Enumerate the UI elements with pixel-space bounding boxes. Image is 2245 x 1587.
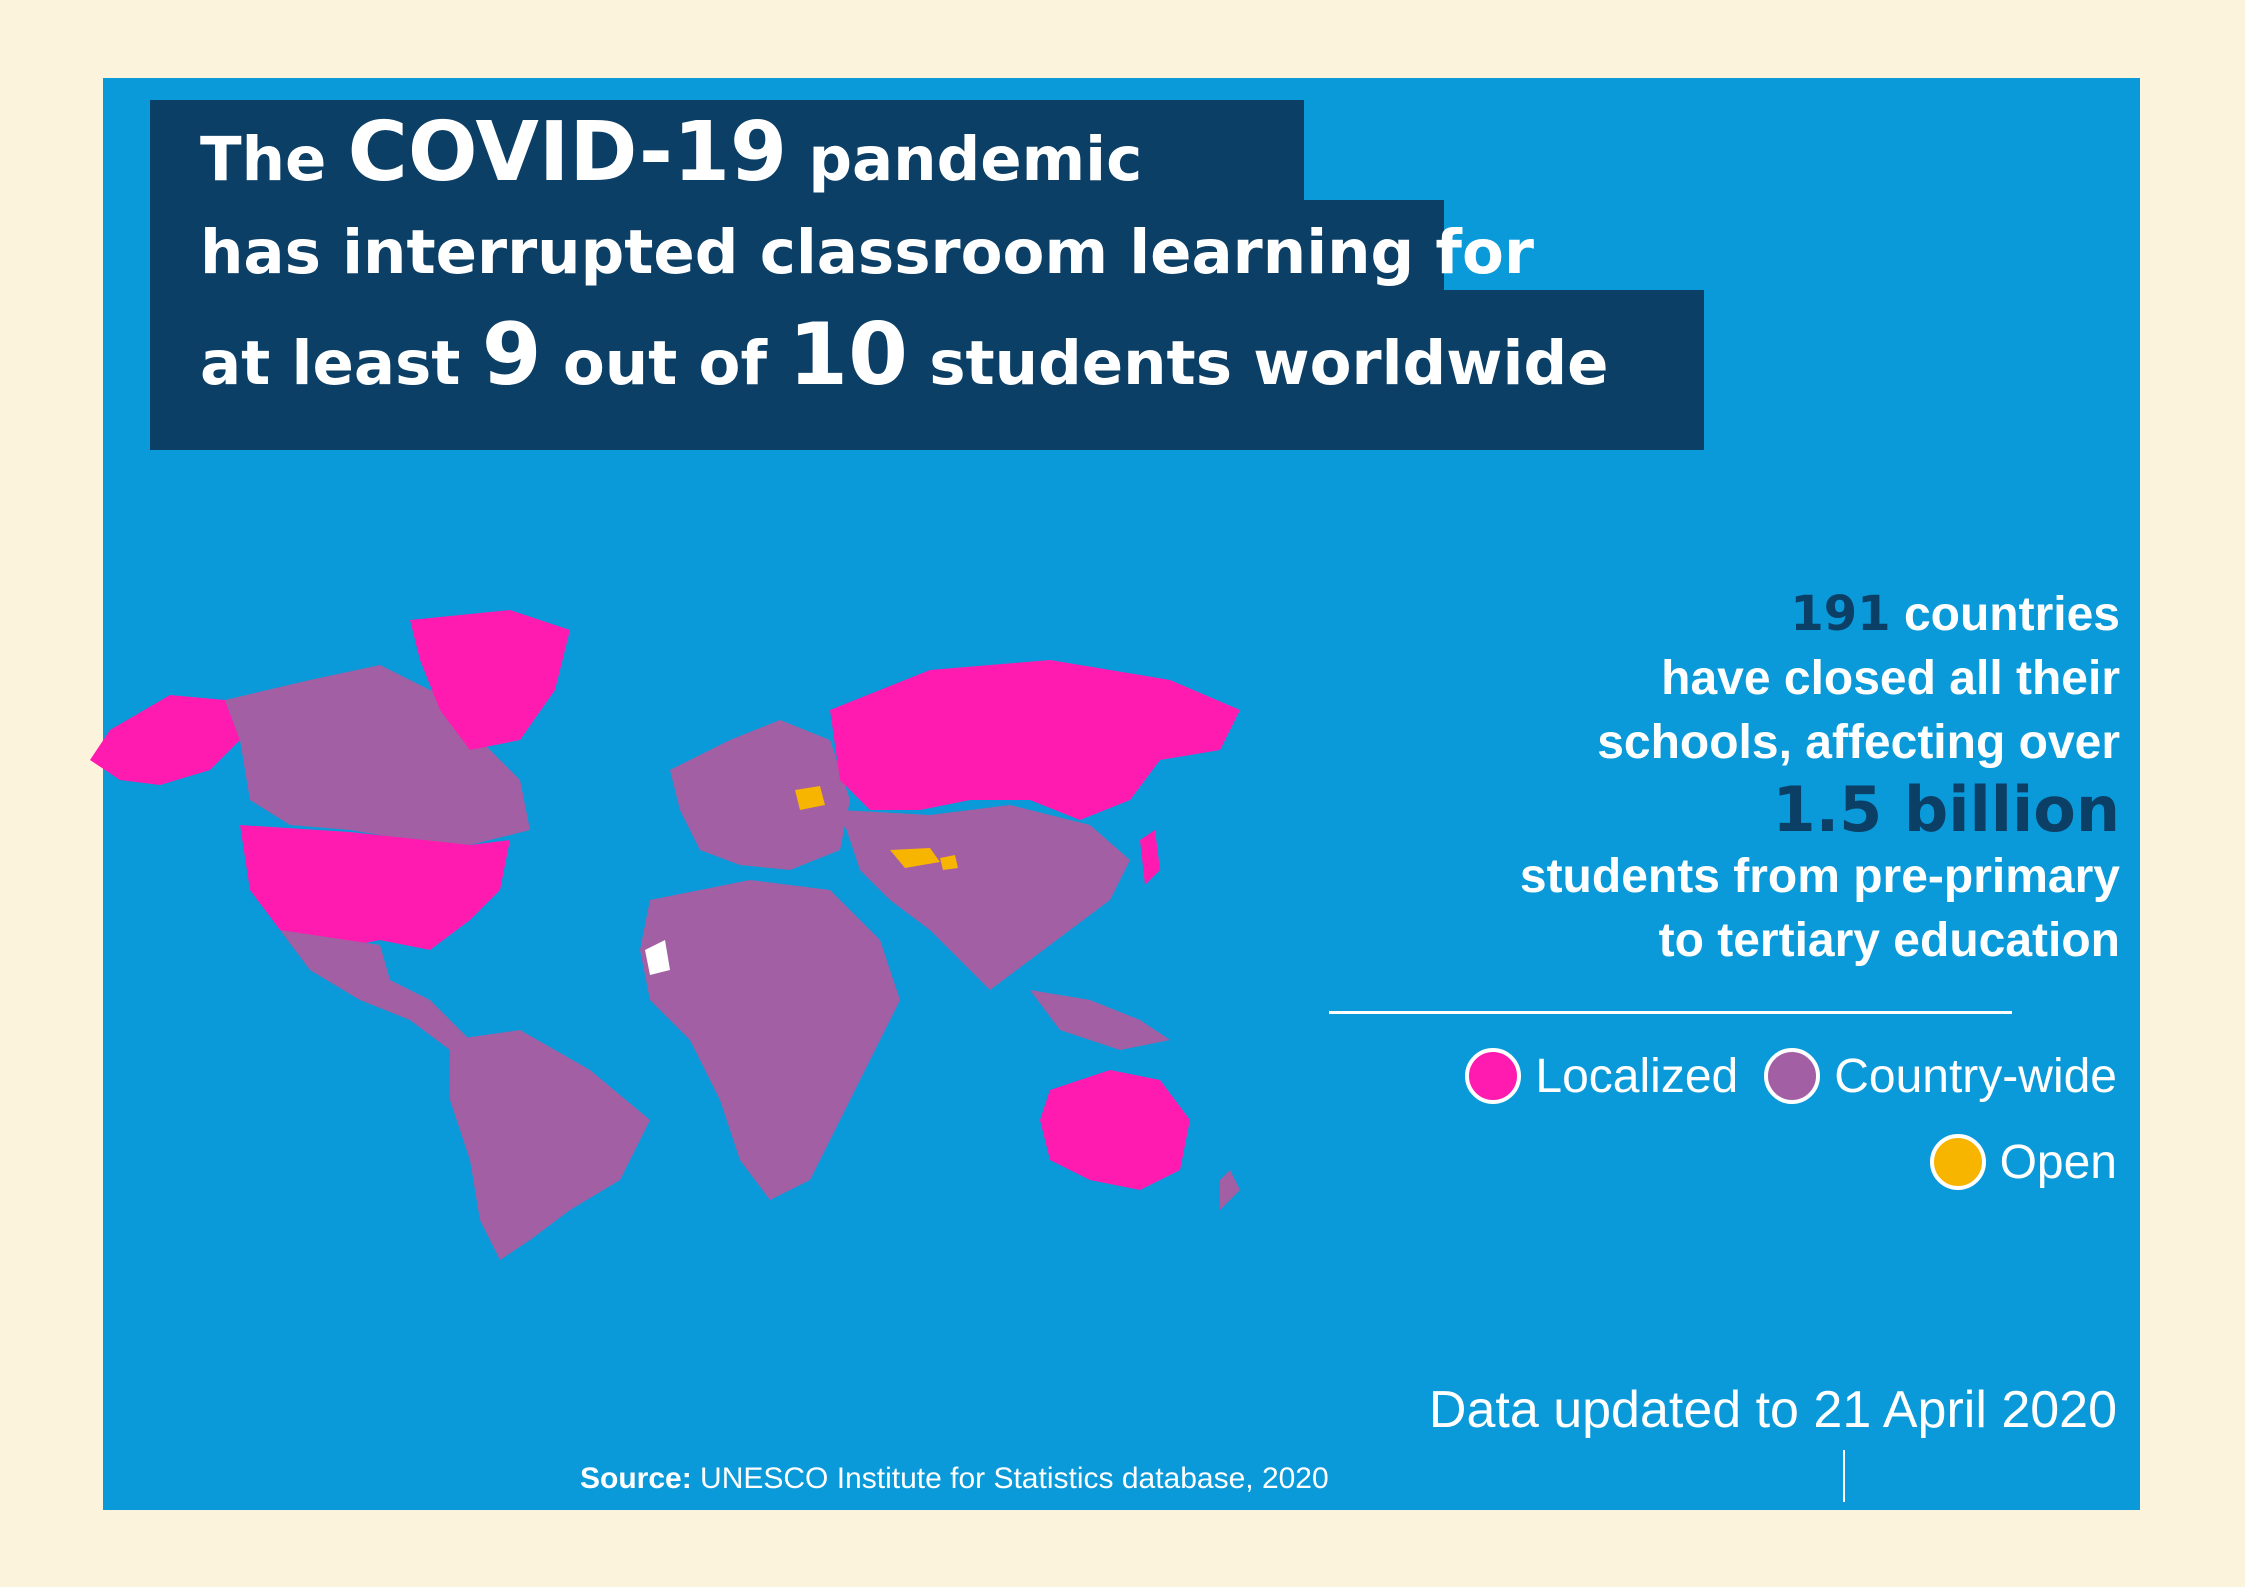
legend-label-country-wide: Country-wide (1834, 1049, 2117, 1103)
map-legend: Localized Country-wide Open (1439, 1036, 2117, 1208)
closure-stats: 191 countries have closed all their scho… (1519, 586, 2120, 967)
map-australia (1040, 1070, 1190, 1190)
headline-line-1: The COVID-19 pandemic (150, 100, 1304, 206)
country-count: 191 (1790, 586, 1891, 642)
source-note: Source: UNESCO Institute for Statistics … (580, 1462, 1329, 1495)
headline-line-3: at least 9 out of 10 students worldwide (150, 290, 1704, 450)
map-south-america (450, 1030, 650, 1260)
map-mexico-central-america (280, 930, 470, 1050)
map-alaska (90, 695, 240, 785)
legend-label-open: Open (1999, 1135, 2117, 1189)
map-africa (640, 880, 900, 1200)
map-new-zealand (1220, 1170, 1240, 1210)
divider-line (1329, 1011, 2012, 1014)
data-updated-note: Data updated to 21 April 2020 (1428, 1381, 2117, 1439)
students-affected-figure: 1.5 billion (1772, 773, 2120, 846)
legend-swatch-localized (1465, 1048, 1522, 1104)
covid-emphasis: COVID-19 (347, 105, 788, 200)
divider-tick (1843, 1450, 1845, 1502)
map-japan (1140, 830, 1160, 885)
map-europe (670, 720, 850, 870)
map-southeast-asia (1030, 990, 1170, 1050)
legend-label-localized: Localized (1535, 1049, 1739, 1103)
world-map (90, 610, 1240, 1260)
legend-swatch-country-wide (1764, 1048, 1821, 1104)
map-russia (830, 660, 1240, 820)
legend-swatch-open (1929, 1134, 1986, 1190)
